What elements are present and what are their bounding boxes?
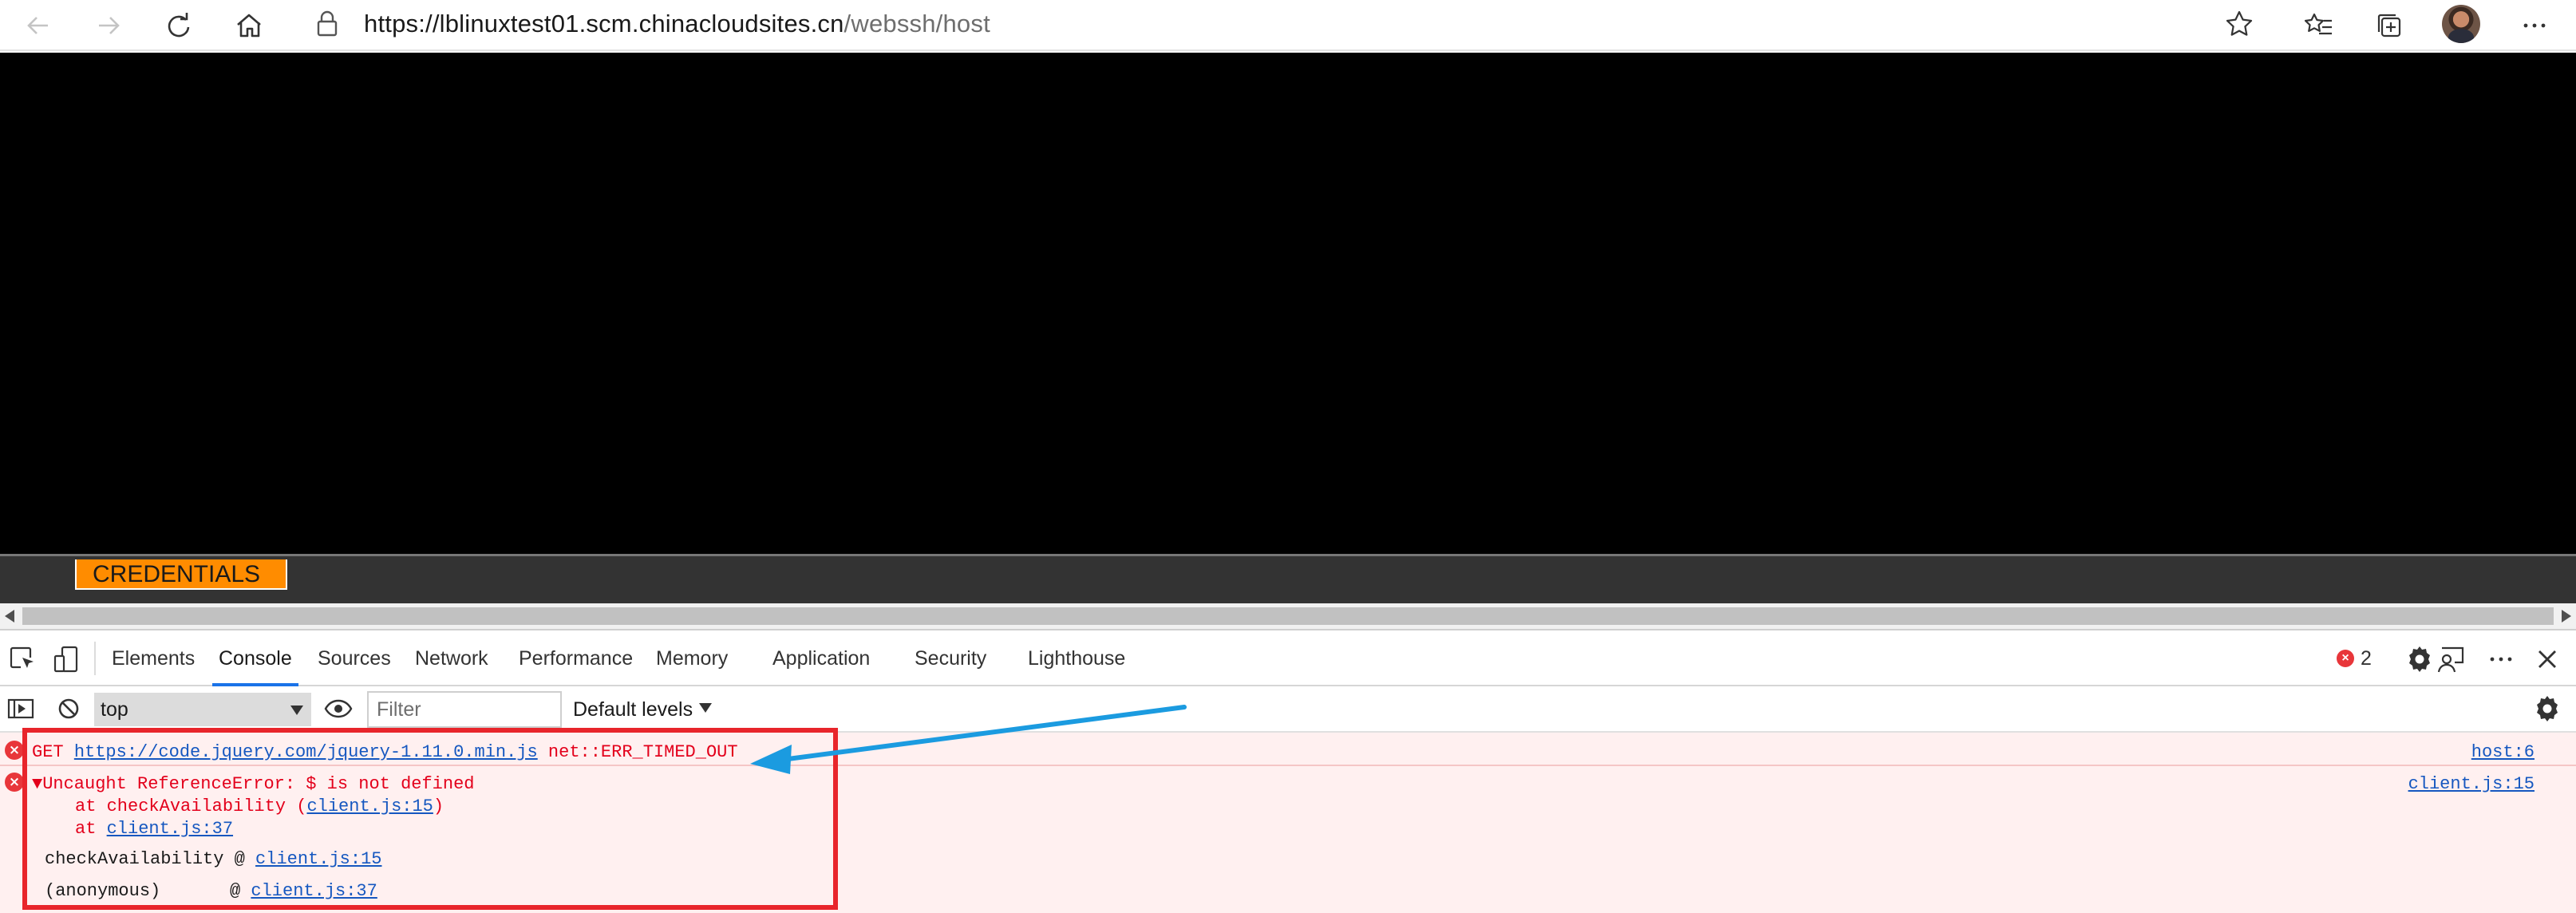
url-host: https://lblinuxtest01.scm.chinacloudsite…: [364, 10, 844, 38]
tab-memory[interactable]: Memory: [656, 630, 728, 686]
more-dots-icon: [2523, 23, 2546, 28]
console-filter-input[interactable]: [367, 691, 562, 728]
error-counter[interactable]: × 2: [2337, 645, 2372, 672]
devtools-settings-button[interactable]: [2402, 642, 2437, 677]
dropdown-caret-icon: [290, 706, 303, 715]
url-text: https://lblinuxtest01.scm.chinacloudsite…: [364, 10, 990, 38]
devtools-tab-bar: Elements Console Sources Network Perform…: [0, 629, 2576, 686]
close-devtools-button[interactable]: [2530, 642, 2565, 677]
profile-avatar[interactable]: [2442, 5, 2480, 43]
eye-icon: [324, 699, 353, 718]
forward-arrow-icon: [99, 17, 120, 34]
tab-performance[interactable]: Performance: [519, 630, 633, 686]
error-count-value: 2: [2361, 646, 2372, 670]
annotation-highlight-box: [22, 728, 838, 910]
customize-devtools-button[interactable]: [2483, 642, 2519, 677]
tab-sources[interactable]: Sources: [318, 630, 391, 686]
collections-button[interactable]: [2367, 3, 2412, 48]
favorite-star-icon[interactable]: [2223, 8, 2255, 40]
favorites-list-icon: [2304, 13, 2332, 35]
show-sidebar-button[interactable]: [3, 691, 38, 726]
scroll-right-arrow-icon[interactable]: [2562, 610, 2571, 622]
message-source-link[interactable]: host:6: [2471, 742, 2535, 762]
terminal-area[interactable]: [0, 53, 2576, 554]
tab-console[interactable]: Console: [212, 630, 298, 686]
log-levels-label: Default levels: [573, 698, 693, 721]
lock-icon: [317, 10, 338, 37]
tab-elements[interactable]: Elements: [112, 630, 195, 686]
clear-console-button[interactable]: [51, 691, 86, 726]
clear-circle-icon: [58, 698, 79, 719]
url-path: /webssh/host: [844, 10, 990, 38]
refresh-icon: [168, 13, 190, 38]
forward-button[interactable]: [86, 3, 131, 48]
dropdown-caret-icon: [699, 703, 713, 713]
address-bar[interactable]: https://lblinuxtest01.scm.chinacloudsite…: [295, 2, 2266, 46]
tab-security[interactable]: Security: [915, 630, 986, 686]
tab-lighthouse[interactable]: Lighthouse: [1028, 630, 1125, 686]
console-filter-bar: top Default levels: [0, 686, 2576, 733]
favorites-button[interactable]: [2297, 3, 2341, 48]
console-settings-button[interactable]: [2530, 691, 2565, 726]
back-button[interactable]: [16, 3, 61, 48]
home-icon: [237, 14, 261, 38]
error-x-icon: ×: [2337, 650, 2354, 667]
status-bar: CREDENTIALS: [0, 554, 2576, 603]
scrollbar-thumb[interactable]: [22, 607, 2554, 625]
gear-icon: [2409, 646, 2430, 672]
toolbar-divider: [94, 642, 96, 675]
live-expression-button[interactable]: [321, 691, 356, 726]
inspect-element-button[interactable]: [5, 642, 40, 677]
credentials-button[interactable]: CREDENTIALS: [75, 559, 287, 590]
device-emulation-button[interactable]: [49, 642, 85, 677]
error-x-icon: ×: [5, 773, 24, 792]
inspect-cursor-icon: [10, 646, 34, 669]
message-source-link[interactable]: client.js:15: [2408, 774, 2535, 794]
error-x-icon: ×: [5, 741, 24, 760]
tab-application[interactable]: Application: [772, 630, 870, 686]
more-dots-icon: [2490, 657, 2512, 662]
feedback-button[interactable]: [2434, 642, 2469, 677]
context-selector[interactable]: top: [94, 693, 311, 726]
horizontal-scrollbar[interactable]: [0, 603, 2576, 629]
feedback-person-icon: [2437, 646, 2464, 673]
gear-icon: [2537, 696, 2558, 721]
settings-more-button[interactable]: [2512, 3, 2557, 48]
browser-toolbar: https://lblinuxtest01.scm.chinacloudsite…: [0, 0, 2576, 51]
back-arrow-icon: [27, 17, 48, 34]
refresh-button[interactable]: [156, 3, 201, 48]
sidebar-toggle-icon: [7, 698, 34, 719]
scroll-left-arrow-icon[interactable]: [5, 610, 14, 622]
home-button[interactable]: [227, 3, 271, 48]
log-levels-dropdown[interactable]: Default levels: [573, 693, 713, 726]
context-value: top: [101, 698, 128, 721]
close-icon: [2538, 650, 2556, 668]
tab-network[interactable]: Network: [415, 630, 488, 686]
collections-icon: [2377, 14, 2401, 38]
device-toggle-icon: [53, 646, 78, 673]
